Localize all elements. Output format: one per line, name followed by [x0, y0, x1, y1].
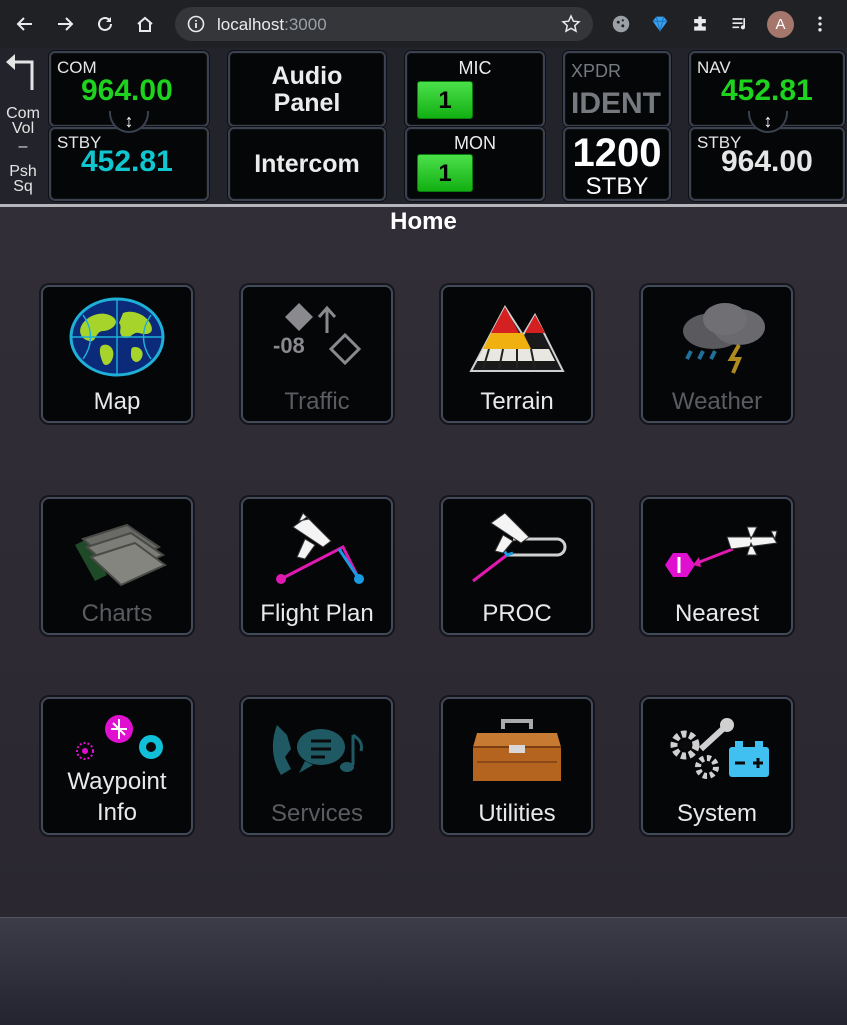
- mic-selector-button[interactable]: MIC 1: [405, 51, 545, 127]
- system-label: System: [676, 800, 757, 827]
- intercom-button[interactable]: Intercom: [228, 127, 386, 201]
- extension-cookie-icon[interactable]: [609, 12, 633, 36]
- waypoint-info-label-1: Waypoint: [67, 768, 167, 795]
- back-arrow-icon[interactable]: [4, 52, 38, 92]
- psh-label: Psh: [9, 163, 37, 180]
- sq-label: Sq: [13, 178, 33, 195]
- ident-label: IDENT: [571, 87, 661, 120]
- charts-icon: [43, 505, 191, 595]
- extensions-puzzle-icon[interactable]: [688, 12, 712, 36]
- extension-gem-icon[interactable]: [648, 12, 672, 36]
- terrain-label: Terrain: [480, 388, 554, 415]
- charts-label: Charts: [81, 600, 153, 627]
- terrain-icon: [443, 293, 591, 383]
- browser-toolbar: localhost:3000 A: [0, 0, 847, 48]
- toolbox-icon: [443, 705, 591, 795]
- services-icon: [243, 705, 391, 795]
- weather-button[interactable]: Weather: [641, 285, 793, 423]
- intercom-label: Intercom: [254, 150, 360, 178]
- audio-panel-button[interactable]: Audio Panel: [228, 51, 386, 127]
- nearest-button[interactable]: Nearest: [641, 497, 793, 635]
- services-button[interactable]: Services: [241, 697, 393, 835]
- nearest-label: Nearest: [674, 600, 760, 627]
- nearest-icon: [643, 505, 791, 595]
- charts-button[interactable]: Charts: [41, 497, 193, 635]
- nav-active-frequency: 452.81: [721, 74, 813, 107]
- radio-bar: Com Vol – Psh Sq COM 964.00 STBY 452.81 …: [0, 48, 847, 207]
- mic-value-indicator: 1: [417, 81, 473, 119]
- audio-panel-label-2: Panel: [273, 89, 341, 117]
- globe-icon: [43, 293, 191, 383]
- xpdr-code: 1200: [572, 131, 662, 175]
- mon-label: MON: [454, 133, 496, 153]
- map-label: Map: [93, 388, 141, 415]
- flight-plan-label: Flight Plan: [260, 600, 374, 627]
- procedure-icon: [443, 505, 591, 595]
- dash-label: –: [18, 138, 28, 155]
- system-icon: [643, 705, 791, 795]
- com-active-frequency: 964.00: [81, 74, 173, 107]
- back-button[interactable]: [9, 8, 41, 40]
- xpdr-label: XPDR: [571, 61, 622, 81]
- page-title: Home: [390, 208, 457, 235]
- flight-plan-icon: [243, 505, 391, 595]
- com-label: Com: [6, 105, 40, 122]
- flight-plan-button[interactable]: Flight Plan: [241, 497, 393, 635]
- mic-label: MIC: [458, 58, 492, 78]
- audio-panel-label-1: Audio: [271, 62, 343, 90]
- system-button[interactable]: System: [641, 697, 793, 835]
- bottom-bezel: [0, 917, 847, 1025]
- com-standby-button[interactable]: STBY 452.81: [49, 127, 209, 201]
- home-page: Home Map -08 Traffic Terrain Weather Cha…: [0, 207, 847, 917]
- swap-arrows-icon: ↕: [124, 110, 134, 131]
- traffic-icon: -08: [243, 293, 391, 383]
- utilities-button[interactable]: Utilities: [441, 697, 593, 835]
- weather-label: Weather: [671, 388, 763, 415]
- weather-icon: [643, 293, 791, 383]
- proc-label: PROC: [482, 600, 552, 627]
- menu-kebab-icon[interactable]: [808, 12, 832, 36]
- arrow-left-icon: [16, 17, 32, 31]
- com-standby-frequency: 452.81: [81, 145, 173, 178]
- waypoint-info-label-2: Info: [96, 799, 138, 826]
- reload-icon: [98, 16, 112, 31]
- profile-avatar[interactable]: A: [767, 11, 794, 38]
- swap-arrows-icon: ↕: [763, 110, 773, 131]
- mon-selector-button[interactable]: MON 1: [405, 127, 545, 201]
- waypoint-icon: [43, 701, 191, 771]
- com-volume-knob-control[interactable]: Com Vol – Psh Sq: [0, 48, 46, 204]
- media-queue-icon[interactable]: [728, 12, 752, 36]
- mon-value-indicator: 1: [417, 154, 473, 192]
- vol-label: Vol: [11, 120, 35, 137]
- nav-standby-button[interactable]: STBY 964.00: [689, 127, 845, 201]
- forward-button[interactable]: [49, 8, 81, 40]
- xpdr-ident-button[interactable]: XPDR IDENT: [563, 51, 671, 127]
- nav-standby-frequency: 964.00: [721, 145, 813, 178]
- map-button[interactable]: Map: [41, 285, 193, 423]
- utilities-label: Utilities: [478, 800, 556, 827]
- services-label: Services: [270, 800, 364, 827]
- home-button[interactable]: [129, 8, 161, 40]
- traffic-button[interactable]: -08 Traffic: [241, 285, 393, 423]
- address-bar[interactable]: localhost:3000: [175, 7, 593, 41]
- site-info-icon[interactable]: [187, 15, 205, 33]
- proc-button[interactable]: PROC: [441, 497, 593, 635]
- waypoint-info-button[interactable]: Waypoint Info: [41, 697, 193, 835]
- xpdr-mode: STBY: [585, 173, 649, 200]
- terrain-button[interactable]: Terrain: [441, 285, 593, 423]
- traffic-label: Traffic: [284, 388, 350, 415]
- xpdr-code-button[interactable]: 1200 STBY: [563, 127, 671, 201]
- url-text: localhost:3000: [217, 15, 327, 34]
- reload-button[interactable]: [89, 8, 121, 40]
- traffic-altitude-text: -08: [273, 333, 305, 358]
- bookmark-star-icon[interactable]: [561, 14, 581, 34]
- home-icon: [137, 16, 153, 32]
- arrow-right-icon: [58, 17, 74, 31]
